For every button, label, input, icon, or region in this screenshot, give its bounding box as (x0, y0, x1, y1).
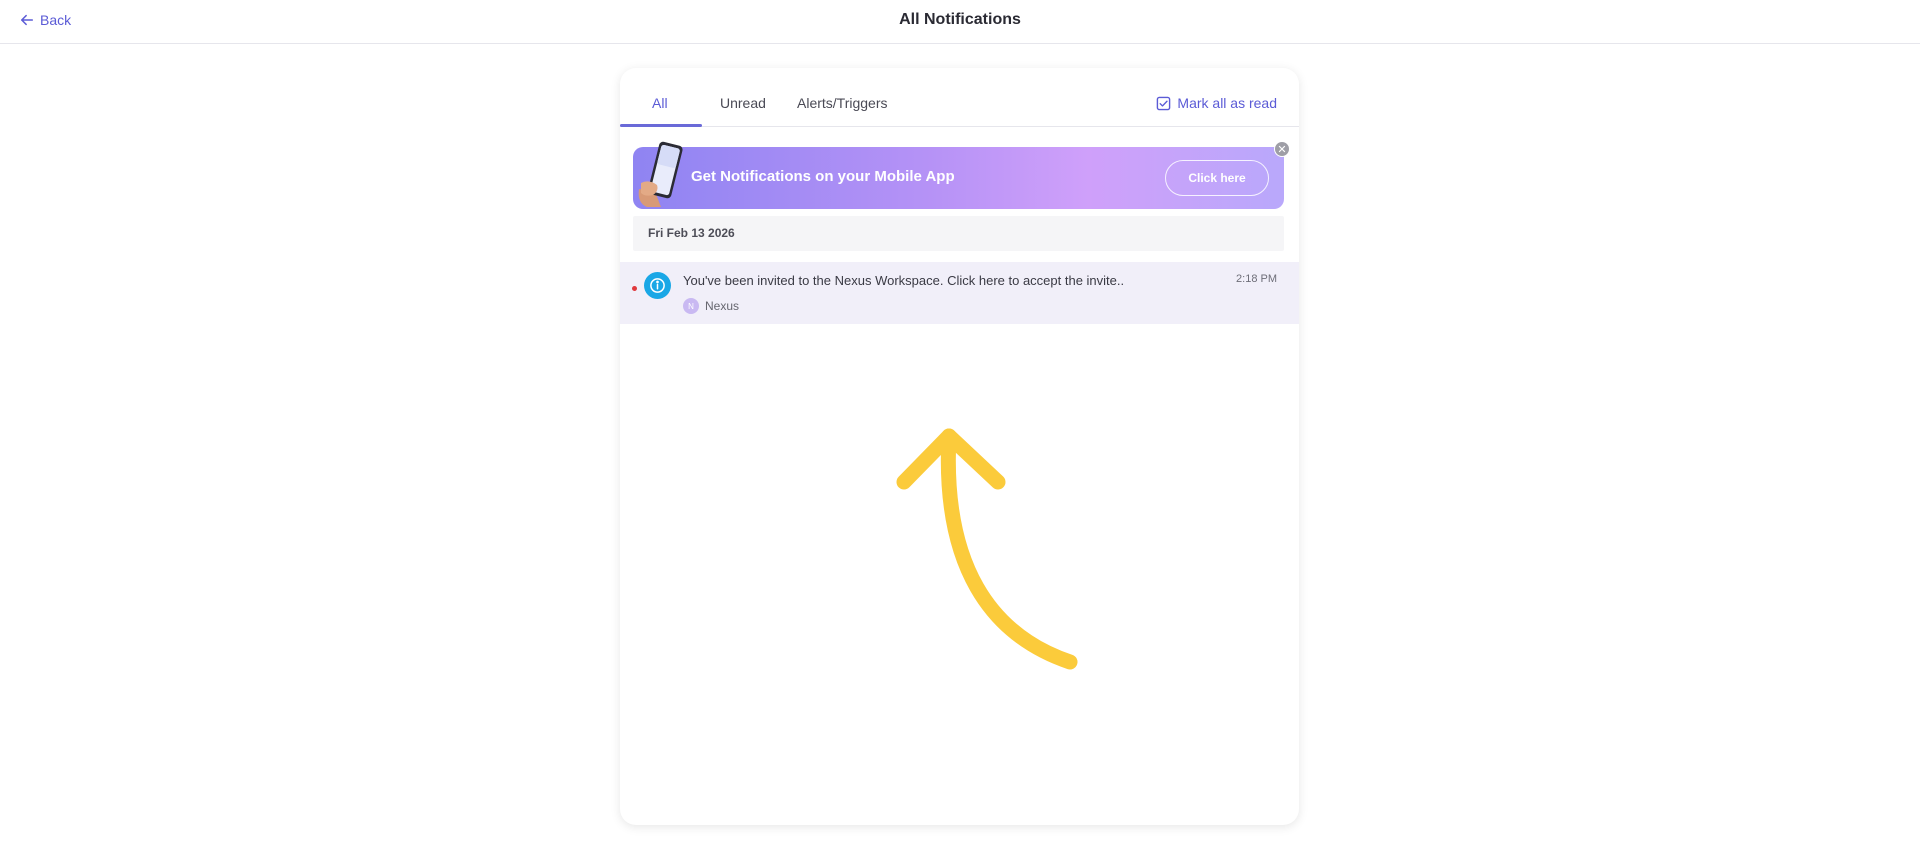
mark-all-read-button[interactable]: Mark all as read (1156, 95, 1277, 111)
checkbox-check-icon (1157, 96, 1171, 110)
avatar: N (683, 298, 699, 314)
phone-in-hand-icon (638, 141, 683, 207)
notification-source: N Nexus (683, 298, 739, 314)
top-bar: Back All Notifications (0, 0, 1920, 44)
date-group-header: Fri Feb 13 2026 (633, 216, 1284, 251)
tab-alerts-triggers[interactable]: Alerts/Triggers (797, 95, 888, 111)
source-name: Nexus (705, 299, 740, 313)
notification-item[interactable]: You've been invited to the Nexus Workspa… (620, 262, 1299, 324)
click-here-button[interactable]: Click here (1165, 160, 1269, 196)
tab-bar: All Unread Alerts/Triggers Mark all as r… (620, 68, 1299, 127)
unread-dot (632, 286, 637, 291)
tab-unread[interactable]: Unread (720, 95, 766, 111)
annotation-arrow-icon (896, 428, 1078, 670)
tab-all[interactable]: All (652, 95, 668, 111)
close-banner-icon[interactable]: ✕ (1274, 141, 1290, 157)
mark-all-read-label: Mark all as read (1177, 95, 1277, 111)
page-title: All Notifications (899, 11, 1021, 28)
mobile-app-banner: Get Notifications on your Mobile App Cli… (633, 141, 1284, 209)
banner-text: Get Notifications on your Mobile App (691, 168, 955, 185)
notification-text: You've been invited to the Nexus Workspa… (683, 273, 1125, 288)
active-tab-indicator (620, 124, 702, 127)
notification-time: 2:18 PM (1236, 273, 1277, 285)
info-icon (644, 272, 671, 299)
